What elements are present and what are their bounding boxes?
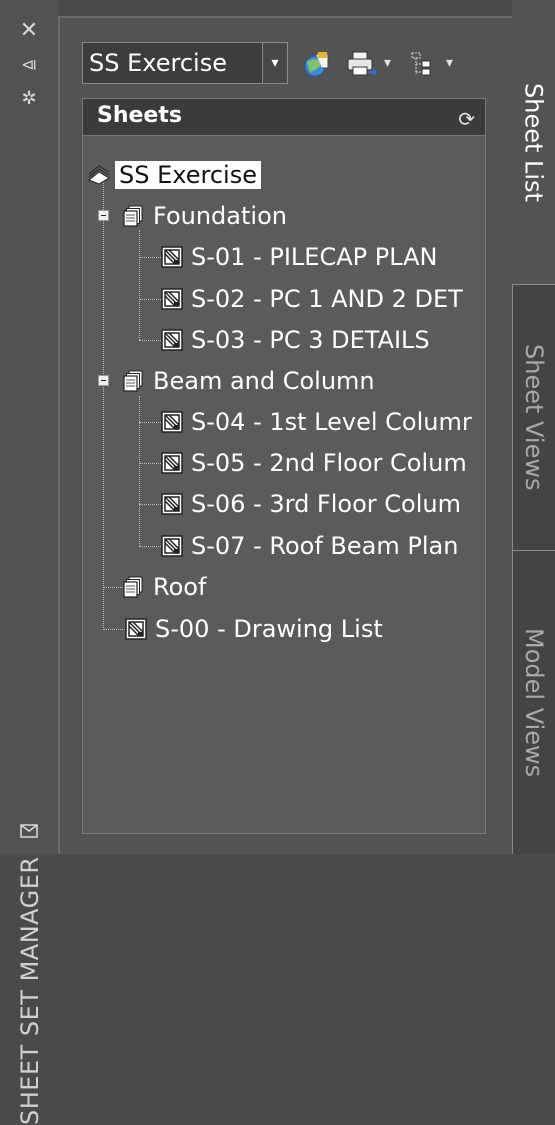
- palette-title: SHEET SET MANAGER: [16, 856, 44, 1125]
- sheet-set-panel: SS Exercise ▾ ▾ ▾ Sheets ⟳ SS Exercise F…: [58, 16, 512, 854]
- tree-sheet-s05[interactable]: S-05 - 2nd Floor Colum: [161, 445, 467, 481]
- sheet-icon: [161, 411, 183, 433]
- subset-icon: [123, 370, 145, 392]
- properties-icon[interactable]: ✲: [16, 86, 42, 112]
- sheet-label: S-06 - 3rd Floor Colum: [191, 490, 461, 518]
- tab-sheet-views-label: Sheet Views: [520, 344, 548, 491]
- close-icon[interactable]: ✕: [16, 18, 42, 44]
- tab-sheet-list[interactable]: Sheet List: [512, 0, 555, 284]
- tree-sheet-s02[interactable]: S-02 - PC 1 AND 2 DET: [161, 281, 463, 317]
- sheets-header: Sheets ⟳: [82, 98, 486, 136]
- tree-sheet-s07[interactable]: S-07 - Roof Beam Plan: [161, 528, 458, 564]
- subset-label: Roof: [153, 573, 207, 601]
- palette-menu-icon[interactable]: [16, 822, 42, 848]
- chevron-down-icon[interactable]: ▾: [262, 43, 287, 83]
- sheet-label: S-05 - 2nd Floor Colum: [191, 449, 467, 477]
- subset-label: Beam and Column: [153, 367, 375, 395]
- tree-subset-roof[interactable]: Roof: [123, 569, 206, 605]
- sheet-icon: [161, 329, 183, 351]
- tree-sheet-s06[interactable]: S-06 - 3rd Floor Colum: [161, 486, 461, 522]
- sheet-set-selector[interactable]: SS Exercise ▾: [82, 42, 288, 84]
- subset-label: Foundation: [153, 202, 287, 230]
- tree-subset-foundation[interactable]: Foundation: [123, 198, 287, 234]
- sheets-title: Sheets: [97, 103, 182, 128]
- autohide-icon[interactable]: ⧏: [16, 52, 42, 78]
- tree-sheet-s01[interactable]: S-01 - PILECAP PLAN: [161, 239, 437, 275]
- tab-sheet-views[interactable]: Sheet Views: [512, 284, 555, 550]
- palette-title-bar: ✕ ⧏ ✲ SHEET SET MANAGER: [0, 0, 58, 1125]
- publish-icon[interactable]: [302, 50, 332, 78]
- sheet-icon: [125, 618, 147, 640]
- sheet-label: S-03 - PC 3 DETAILS: [191, 326, 430, 354]
- sheet-label: S-02 - PC 1 AND 2 DET: [191, 285, 463, 313]
- sheet-label: S-00 - Drawing List: [155, 615, 383, 643]
- refresh-icon[interactable]: ⟳: [458, 107, 475, 131]
- chevron-down-icon[interactable]: ▾: [446, 55, 453, 71]
- sheet-label: S-01 - PILECAP PLAN: [191, 243, 438, 271]
- sheet-icon: [161, 288, 183, 310]
- tree-sheet-s00[interactable]: S-00 - Drawing List: [125, 611, 383, 647]
- tree-root-label: SS Exercise: [115, 161, 261, 189]
- sheet-icon: [161, 535, 183, 557]
- tab-model-views[interactable]: Model Views: [512, 550, 555, 854]
- palette-tabs: Sheet List Sheet Views Model Views: [512, 0, 555, 854]
- tree-sheet-s04[interactable]: S-04 - 1st Level Columr: [161, 404, 472, 440]
- chevron-down-icon[interactable]: ▾: [384, 55, 391, 71]
- tree-sheet-s03[interactable]: S-03 - PC 3 DETAILS: [161, 322, 430, 358]
- sheet-label: S-07 - Roof Beam Plan: [191, 532, 459, 560]
- subset-icon: [123, 576, 145, 598]
- sheet-set-selector-value: SS Exercise: [89, 49, 227, 77]
- collapse-icon[interactable]: [98, 210, 109, 221]
- subset-icon: [123, 205, 145, 227]
- sheet-icon: [161, 246, 183, 268]
- plot-icon[interactable]: [346, 50, 378, 78]
- tree-subset-beam-column[interactable]: Beam and Column: [123, 363, 375, 399]
- sheet-set-icon: [88, 165, 110, 185]
- collapse-icon[interactable]: [98, 375, 109, 386]
- sheet-icon: [161, 493, 183, 515]
- tab-model-views-label: Model Views: [520, 627, 548, 778]
- tree-root-sheet-set[interactable]: SS Exercise: [87, 157, 261, 193]
- sheet-icon: [161, 452, 183, 474]
- sheet-label: S-04 - 1st Level Columr: [191, 408, 472, 436]
- sheet-selection-icon[interactable]: [408, 50, 438, 78]
- tab-sheet-list-label: Sheet List: [519, 82, 548, 202]
- sheet-tree: SS Exercise Foundation S-01 - PILECAP PL…: [82, 136, 486, 834]
